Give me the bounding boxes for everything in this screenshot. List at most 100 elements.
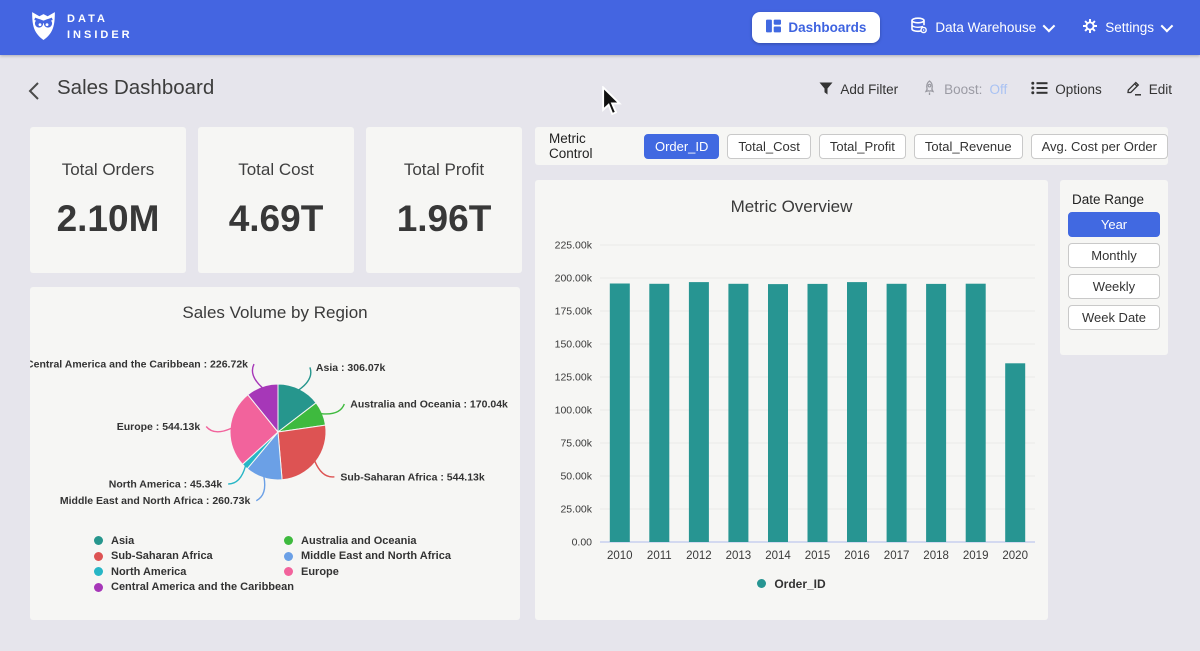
legend-item[interactable]: North America [94, 564, 294, 580]
dashboard-grid-icon [766, 19, 781, 36]
boost-toggle[interactable]: Boost: Off [922, 80, 1007, 99]
kpi-total-orders: Total Orders 2.10M [30, 127, 186, 273]
bar-2019[interactable] [966, 284, 986, 542]
x-tick-label: 2017 [884, 550, 910, 562]
legend-item[interactable]: Central America and the Caribbean [94, 580, 294, 596]
bar-2016[interactable] [847, 282, 867, 542]
y-tick-label: 75.00k [560, 438, 592, 450]
bar-2014[interactable] [768, 284, 788, 542]
metric-option-total-revenue[interactable]: Total_Revenue [914, 134, 1023, 159]
bar-2010[interactable] [610, 284, 630, 543]
kpi-value: 4.69T [198, 198, 354, 240]
filter-funnel-icon [819, 82, 833, 98]
y-tick-label: 100.00k [555, 405, 593, 417]
add-filter-button[interactable]: Add Filter [819, 82, 898, 98]
legend-dot [94, 583, 103, 592]
pie-chart-card: Sales Volume by Region Asia : 306.07kAus… [30, 287, 520, 620]
kpi-value: 1.96T [366, 198, 522, 240]
legend-item[interactable]: Sub-Saharan Africa [94, 549, 294, 565]
legend-dot [94, 567, 103, 576]
legend-item[interactable]: Middle East and North Africa [284, 549, 451, 565]
legend-label: Asia [111, 535, 134, 547]
bar-chart-legend: Order_ID [535, 576, 1048, 592]
pie-slice-label: Europe : 544.13k [117, 421, 201, 433]
kpi-total-cost: Total Cost 4.69T [198, 127, 354, 273]
legend-item[interactable]: Order_ID [757, 576, 825, 592]
chevron-down-icon [1161, 20, 1174, 33]
options-button[interactable]: Options [1031, 81, 1102, 98]
legend-label: Middle East and North Africa [301, 550, 451, 562]
legend-dot [757, 579, 766, 588]
pie-chart-title: Sales Volume by Region [30, 303, 520, 323]
pie-leader-line [315, 461, 335, 477]
pie-slice-label: Middle East and North Africa : 260.73k [60, 495, 251, 507]
date-option-weekly[interactable]: Weekly [1068, 274, 1160, 299]
owl-logo-icon [30, 10, 57, 46]
x-tick-label: 2013 [726, 550, 752, 562]
date-option-monthly[interactable]: Monthly [1068, 243, 1160, 268]
y-tick-label: 225.00k [555, 240, 593, 252]
bar-2011[interactable] [649, 284, 669, 542]
y-tick-label: 150.00k [555, 339, 593, 351]
x-tick-label: 2016 [844, 550, 870, 562]
bar-2020[interactable] [1005, 363, 1025, 542]
pie-leader-line [228, 466, 245, 484]
edit-button[interactable]: Edit [1126, 81, 1172, 99]
kpi-total-profit: Total Profit 1.96T [366, 127, 522, 273]
metric-control-label: Metric Control [549, 131, 630, 161]
y-tick-label: 200.00k [555, 273, 593, 285]
navbar: DATA INSIDER Dashboards [0, 0, 1200, 55]
x-tick-label: 2018 [923, 550, 949, 562]
legend-label: Europe [301, 566, 339, 578]
legend-label: Australia and Oceania [301, 535, 417, 547]
bar-2015[interactable] [808, 284, 828, 542]
x-tick-label: 2020 [1002, 550, 1028, 562]
bar-2012[interactable] [689, 282, 709, 542]
date-range-label: Date Range [1072, 192, 1144, 207]
legend-dot [94, 536, 103, 545]
bar-chart-title: Metric Overview [535, 197, 1048, 217]
nav-settings[interactable]: Settings [1082, 18, 1170, 37]
bar-2017[interactable] [887, 284, 907, 542]
bar-2018[interactable] [926, 284, 946, 542]
date-option-year[interactable]: Year [1068, 212, 1160, 237]
pie-leader-line [256, 477, 264, 501]
rocket-icon [922, 80, 937, 99]
x-tick-label: 2019 [963, 550, 989, 562]
pie-slice-sub-saharan-africa[interactable] [278, 425, 326, 480]
kpi-label: Total Orders [30, 160, 186, 180]
back-button[interactable] [27, 80, 45, 102]
nav-data-warehouse-label: Data Warehouse [935, 20, 1036, 35]
kpi-label: Total Profit [366, 160, 522, 180]
metric-option-total-cost[interactable]: Total_Cost [727, 134, 810, 159]
y-tick-label: 0.00 [572, 537, 593, 549]
nav-dashboards[interactable]: Dashboards [752, 12, 880, 43]
database-icon [910, 17, 928, 38]
kpi-label: Total Cost [198, 160, 354, 180]
legend-label: Order_ID [774, 577, 825, 591]
bar-chart-card: Metric Overview 0.00 25.00k 50.00k 75.00k 10… [535, 180, 1048, 620]
legend-item[interactable]: Europe [284, 564, 451, 580]
nav-data-warehouse[interactable]: Data Warehouse [910, 17, 1052, 38]
date-range-panel: Date Range Year Monthly Weekly Week Date [1060, 180, 1168, 355]
bar-2013[interactable] [728, 284, 748, 542]
legend-item[interactable]: Asia [94, 533, 294, 549]
metric-control-strip: Metric Control Order_ID Total_Cost Total… [535, 127, 1168, 165]
brand-name: DATA INSIDER [67, 12, 133, 44]
pie-slice-label: Central America and the Caribbean : 226.… [30, 359, 248, 371]
x-tick-label: 2010 [607, 550, 633, 562]
metric-option-total-profit[interactable]: Total_Profit [819, 134, 906, 159]
brand-logo: DATA INSIDER [30, 10, 133, 46]
metric-option-avg-cost-per-order[interactable]: Avg. Cost per Order [1031, 134, 1168, 159]
kpi-value: 2.10M [30, 198, 186, 240]
pie-leader-line [299, 367, 311, 390]
x-tick-label: 2012 [686, 550, 712, 562]
date-option-week-date[interactable]: Week Date [1068, 305, 1160, 330]
y-tick-label: 25.00k [560, 504, 592, 516]
metric-option-order-id[interactable]: Order_ID [644, 134, 719, 159]
legend-dot [284, 552, 293, 561]
legend-dot [284, 567, 293, 576]
legend-dot [284, 536, 293, 545]
y-tick-label: 50.00k [560, 471, 592, 483]
legend-item[interactable]: Australia and Oceania [284, 533, 451, 549]
